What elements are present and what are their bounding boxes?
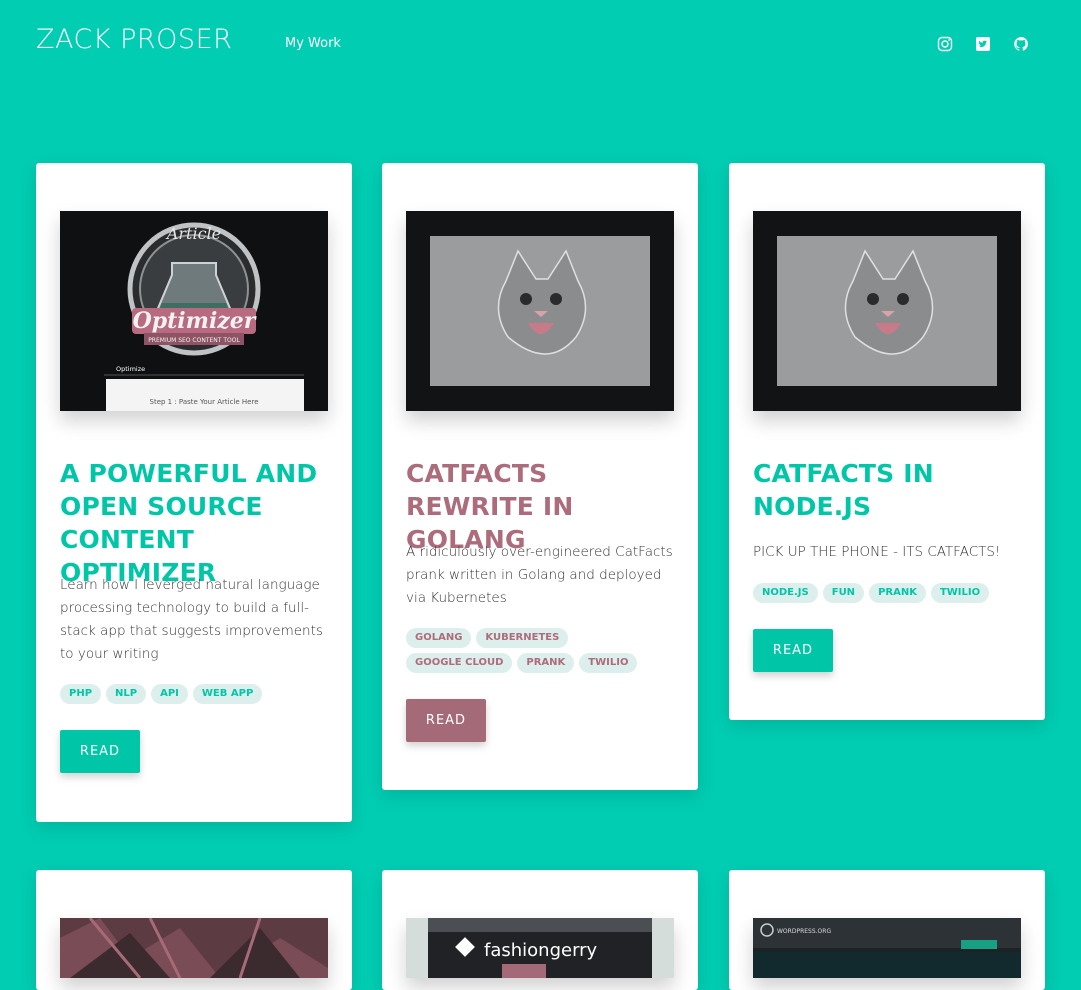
- tag[interactable]: PRANK: [869, 583, 926, 603]
- card-description: A ridiculously over-engineered CatFacts …: [406, 544, 673, 606]
- logo-banner-text: PREMIUM SEO CONTENT TOOL: [148, 337, 240, 344]
- project-card-catfacts-node: CATFACTS IN NODE.JS PICK UP THE PHONE - …: [729, 163, 1045, 720]
- project-card-5: fashiongerry: [382, 870, 698, 990]
- step-text: Step 1 : Paste Your Article Here: [150, 398, 259, 406]
- project-thumbnail[interactable]: fashiongerry: [406, 918, 674, 978]
- card-title[interactable]: CATFACTS IN NODE.JS: [753, 457, 1025, 523]
- card-title[interactable]: A POWERFUL AND OPEN SOURCE CONTENT OPTIM…: [60, 457, 332, 589]
- logo-top-text: Article: [165, 224, 221, 243]
- twitter-icon[interactable]: [973, 34, 993, 54]
- github-icon[interactable]: [1011, 34, 1031, 54]
- optimize-tab-text: Optimize: [116, 365, 145, 373]
- project-thumbnail[interactable]: [406, 211, 674, 411]
- tag[interactable]: TWILIO: [930, 583, 990, 603]
- read-button[interactable]: READ: [753, 629, 833, 672]
- project-thumbnail[interactable]: [60, 918, 328, 978]
- tag-list: GOLANG KUBERNETES GOOGLE CLOUD PRANK TWI…: [406, 628, 678, 673]
- tag[interactable]: WEB APP: [192, 684, 263, 704]
- project-card-4: [36, 870, 352, 990]
- instagram-icon[interactable]: [935, 34, 955, 54]
- card-description: PICK UP THE PHONE - ITS CATFACTS!: [753, 544, 1001, 560]
- read-button[interactable]: READ: [406, 699, 486, 742]
- wordpress-text: WORDPRESS.ORG: [777, 928, 831, 935]
- tag[interactable]: KUBERNETES: [476, 628, 569, 648]
- tag[interactable]: PRANK: [517, 653, 575, 673]
- tag-list: PHP NLP API WEB APP: [60, 684, 332, 704]
- site-title[interactable]: ZACK PROSER: [36, 24, 232, 56]
- tag[interactable]: TWILIO: [579, 653, 638, 673]
- project-thumbnail[interactable]: Article Optimizer PREMIUM SEO CONTENT TO…: [60, 211, 328, 411]
- nav-link-my-work[interactable]: My Work: [285, 36, 341, 52]
- tag[interactable]: NLP: [106, 684, 147, 704]
- tag[interactable]: FUN: [822, 583, 865, 603]
- logo-main-text: Optimizer: [133, 308, 257, 334]
- tag[interactable]: GOLANG: [406, 628, 472, 648]
- tag[interactable]: PHP: [60, 684, 102, 704]
- card-description: Learn how I leverged natural language pr…: [60, 577, 323, 662]
- project-card-6: WORDPRESS.ORG: [729, 870, 1045, 990]
- fashiongerry-text: fashiongerry: [484, 940, 598, 961]
- read-button[interactable]: READ: [60, 730, 140, 773]
- tag[interactable]: GOOGLE CLOUD: [406, 653, 513, 673]
- project-card-catfacts-golang: CATFACTS REWRITE IN GOLANG A ridiculousl…: [382, 163, 698, 790]
- tag[interactable]: NODE.JS: [753, 583, 818, 603]
- project-card-content-optimizer: Article Optimizer PREMIUM SEO CONTENT TO…: [36, 163, 352, 822]
- project-thumbnail[interactable]: WORDPRESS.ORG: [753, 918, 1021, 978]
- project-thumbnail[interactable]: [753, 211, 1021, 411]
- tag-list: NODE.JS FUN PRANK TWILIO: [753, 583, 1025, 603]
- tag[interactable]: API: [151, 684, 188, 704]
